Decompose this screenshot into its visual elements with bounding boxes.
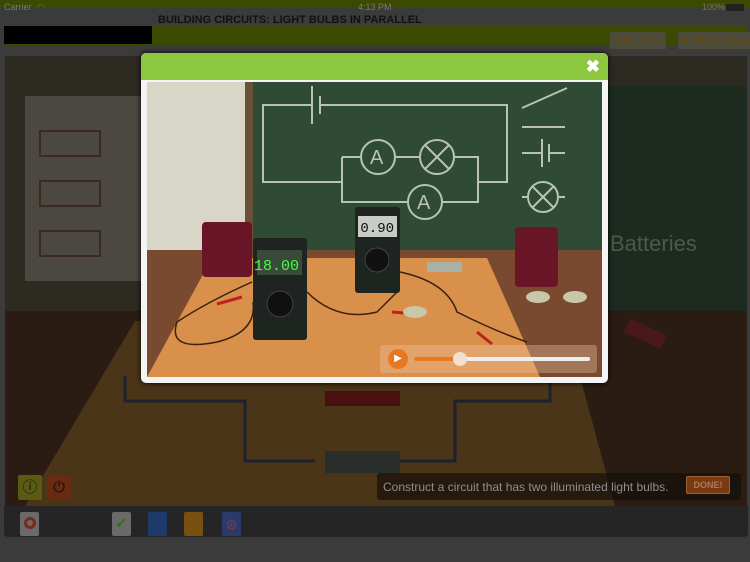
done-button[interactable]: DONE! (686, 476, 730, 494)
battery-percent: 100% (702, 2, 726, 12)
video-controls: ▶ (380, 345, 597, 373)
close-icon[interactable]: ✖ (586, 57, 600, 77)
bulb-holder (403, 306, 427, 318)
bulb-holder (563, 291, 587, 303)
help-lifesaver-icon[interactable]: ⊛ (222, 512, 241, 536)
modal-header (141, 53, 608, 80)
seek-track[interactable] (414, 352, 590, 366)
power-button[interactable]: ⏻ (47, 475, 71, 500)
status-bar: Carrier ◠ 4:13 PM 100% (0, 2, 750, 14)
glossary-button[interactable]: § GLOSSARY (610, 32, 667, 49)
svg-text:A: A (370, 147, 384, 169)
switch (427, 262, 462, 272)
gear-icon: ⚙ (681, 36, 689, 45)
meter1-reading: 18.00 (254, 258, 299, 275)
info-button[interactable]: ⓘ (18, 475, 42, 500)
clock: 4:13 PM (358, 2, 392, 12)
glossary-label: GLOSSARY (619, 36, 664, 45)
target-clipboard-icon[interactable] (20, 512, 39, 536)
info-icon: ⓘ (22, 479, 38, 496)
seek-thumb[interactable] (452, 352, 467, 366)
wifi-icon: ◠ (37, 2, 45, 12)
play-button[interactable]: ▶ (388, 349, 408, 369)
orange-document-icon[interactable] (184, 512, 203, 536)
blue-document-icon[interactable] (148, 512, 167, 536)
page-title: BUILDING CIRCUITS: LIGHT BULBS IN PARALL… (158, 14, 422, 26)
video-modal: ✖ A A 18.00 0.90 ▶ (141, 53, 608, 383)
svg-text:A: A (417, 192, 431, 214)
bulb-holder (526, 291, 550, 303)
meter2-reading: 0.90 (360, 221, 394, 237)
battery-right (515, 227, 558, 287)
preferences-label: PREFERENCES (690, 36, 750, 45)
progress-box (4, 26, 152, 44)
preferences-button[interactable]: ⚙ PREFERENCES (678, 32, 750, 49)
chalkboard (605, 86, 747, 316)
video-frame: A A 18.00 0.90 (147, 82, 602, 377)
power-icon: ⏻ (53, 479, 65, 496)
circuit-chart (25, 96, 145, 281)
instruction-text: Construct a circuit that has two illumin… (383, 479, 669, 494)
battery-icon (726, 4, 744, 11)
svg-text:Batteries: Batteries (610, 231, 697, 256)
battery-left (202, 222, 252, 277)
checklist-icon[interactable]: ✔ (112, 512, 131, 536)
glossary-icon: § (613, 36, 618, 45)
video-player[interactable]: A A 18.00 0.90 ▶ (147, 82, 602, 377)
carrier: Carrier (4, 2, 32, 12)
play-icon: ▶ (394, 353, 402, 364)
